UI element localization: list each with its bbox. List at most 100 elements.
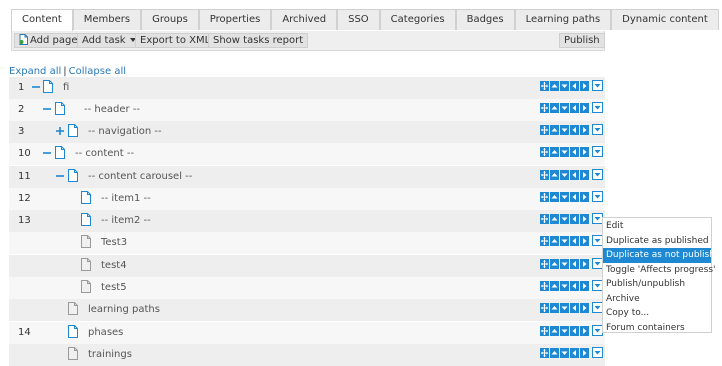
move-icon[interactable] [540,236,549,246]
menu-dropdown-icon[interactable] [592,191,603,202]
collapse-icon[interactable] [55,171,65,181]
tab-properties[interactable]: Properties [198,9,272,30]
move-icon[interactable] [540,103,549,113]
arrow-right-icon[interactable] [580,214,589,224]
tab-groups[interactable]: Groups [141,9,199,30]
tab-dynamic-content[interactable]: Dynamic content [611,9,719,30]
arrow-up-icon[interactable] [550,103,559,113]
arrow-right-icon[interactable] [580,326,589,336]
tab-members[interactable]: Members [72,9,142,30]
arrow-down-icon[interactable] [560,125,569,135]
arrow-up-icon[interactable] [550,281,559,291]
expand-icon[interactable] [55,126,65,136]
move-icon[interactable] [540,326,549,336]
row-label[interactable]: phases [88,327,123,338]
menu-dropdown-icon[interactable] [592,80,603,91]
row-label[interactable]: -- item2 -- [101,215,151,226]
arrow-down-icon[interactable] [560,170,569,180]
move-icon[interactable] [540,259,549,269]
arrow-left-icon[interactable] [570,236,579,246]
export-xml-button[interactable]: Export to XML [135,33,216,48]
arrow-up-icon[interactable] [550,125,559,135]
arrow-down-icon[interactable] [560,348,569,358]
arrow-down-icon[interactable] [560,81,569,91]
row-label[interactable]: -- content -- [75,148,134,159]
arrow-down-icon[interactable] [560,147,569,157]
menu-item-publish-unpublish[interactable]: Publish/unpublish [603,277,711,292]
move-icon[interactable] [540,170,549,180]
collapse-icon[interactable] [31,82,41,92]
row-label[interactable]: Test3 [101,237,127,248]
arrow-down-icon[interactable] [560,259,569,269]
menu-dropdown-icon[interactable] [592,102,603,113]
row-label[interactable]: -- header -- [84,104,140,115]
move-icon[interactable] [540,214,549,224]
arrow-left-icon[interactable] [570,103,579,113]
arrow-up-icon[interactable] [550,303,559,313]
tab-learning-paths[interactable]: Learning paths [514,9,612,30]
menu-item-copy-to[interactable]: Copy to... [603,306,711,321]
arrow-right-icon[interactable] [580,192,589,202]
arrow-up-icon[interactable] [550,259,559,269]
move-icon[interactable] [540,125,549,135]
menu-dropdown-icon[interactable] [592,124,603,135]
row-label[interactable]: -- navigation -- [88,126,162,137]
row-label[interactable]: trainings [88,349,132,360]
arrow-right-icon[interactable] [580,281,589,291]
collapse-all-link[interactable]: Collapse all [69,66,126,77]
arrow-right-icon[interactable] [580,236,589,246]
row-label[interactable]: -- content carousel -- [88,171,192,182]
arrow-right-icon[interactable] [580,170,589,180]
expand-all-link[interactable]: Expand all [9,66,61,77]
menu-item-archive[interactable]: Archive [603,292,711,307]
arrow-up-icon[interactable] [550,236,559,246]
arrow-right-icon[interactable] [580,125,589,135]
arrow-up-icon[interactable] [550,170,559,180]
move-icon[interactable] [540,303,549,313]
menu-item-edit[interactable]: Edit [603,219,711,234]
arrow-down-icon[interactable] [560,236,569,246]
move-icon[interactable] [540,81,549,91]
show-tasks-report-button[interactable]: Show tasks report [208,33,309,48]
arrow-left-icon[interactable] [570,214,579,224]
menu-dropdown-icon[interactable] [592,347,603,358]
add-task-button[interactable]: Add task [77,33,141,48]
arrow-right-icon[interactable] [580,259,589,269]
arrow-up-icon[interactable] [550,214,559,224]
arrow-up-icon[interactable] [550,192,559,202]
arrow-up-icon[interactable] [550,147,559,157]
arrow-left-icon[interactable] [570,348,579,358]
tab-archived[interactable]: Archived [271,9,338,30]
arrow-left-icon[interactable] [570,170,579,180]
tab-categories[interactable]: Categories [379,9,456,30]
move-icon[interactable] [540,192,549,202]
menu-item-duplicate-not-published[interactable]: Duplicate as not published [603,248,722,263]
row-label[interactable]: fi [63,82,69,93]
menu-dropdown-icon[interactable] [592,146,603,157]
tab-content[interactable]: Content [11,9,73,31]
arrow-up-icon[interactable] [550,348,559,358]
arrow-left-icon[interactable] [570,125,579,135]
menu-item-toggle-affects-progress[interactable]: Toggle 'Affects progress' [603,263,716,278]
arrow-down-icon[interactable] [560,192,569,202]
arrow-right-icon[interactable] [580,348,589,358]
tab-sso[interactable]: SSO [337,9,380,30]
move-icon[interactable] [540,281,549,291]
row-label[interactable]: test4 [101,260,127,271]
row-label[interactable]: -- item1 -- [101,193,151,204]
menu-dropdown-icon[interactable] [592,169,603,180]
tab-badges[interactable]: Badges [455,9,515,30]
arrow-right-icon[interactable] [580,147,589,157]
row-label[interactable]: learning paths [88,304,160,315]
arrow-left-icon[interactable] [570,147,579,157]
arrow-down-icon[interactable] [560,326,569,336]
collapse-icon[interactable] [42,104,52,114]
arrow-up-icon[interactable] [550,81,559,91]
arrow-down-icon[interactable] [560,214,569,224]
arrow-left-icon[interactable] [570,192,579,202]
publish-button[interactable]: Publish [559,33,605,48]
arrow-up-icon[interactable] [550,326,559,336]
add-page-button[interactable]: Add page [14,33,83,48]
arrow-left-icon[interactable] [570,326,579,336]
arrow-right-icon[interactable] [580,81,589,91]
